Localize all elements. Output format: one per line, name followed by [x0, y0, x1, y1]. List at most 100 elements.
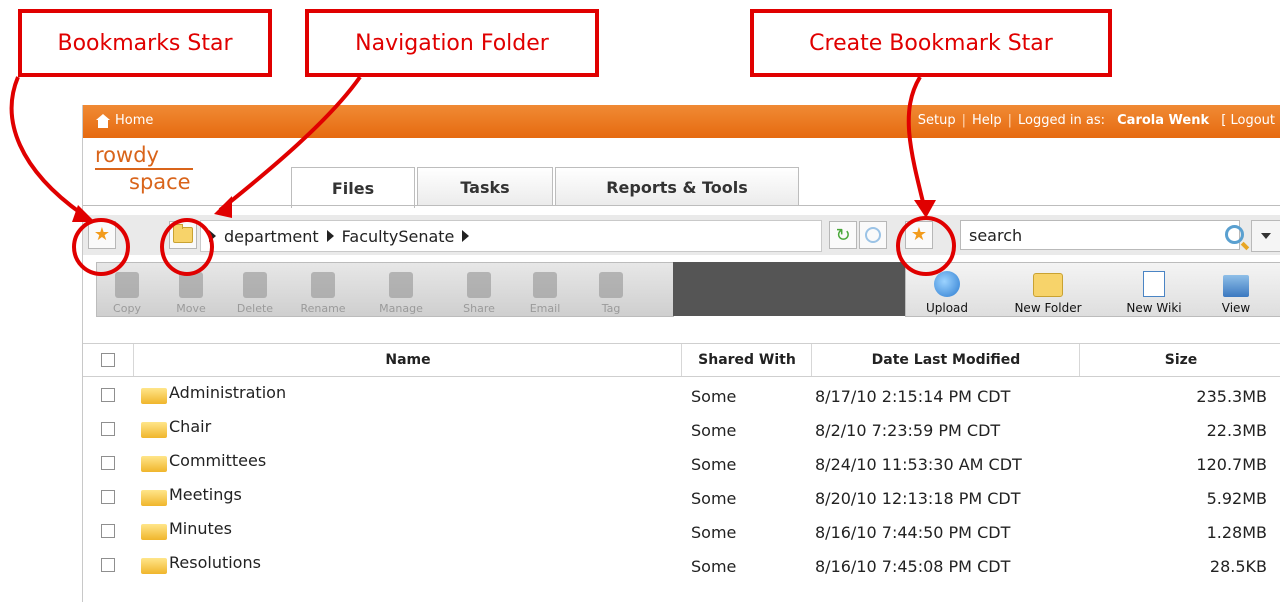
date-modified: 8/16/10 7:44:50 PM CDT	[815, 523, 1011, 542]
folder-icon	[141, 422, 167, 438]
tab-tasks[interactable]: Tasks	[417, 167, 553, 206]
breadcrumb: department FacultySenate	[200, 220, 822, 252]
table-row[interactable]: Meetings Some 8/20/10 12:13:18 PM CDT 5.92M…	[83, 479, 1280, 513]
row-checkbox[interactable]	[101, 490, 115, 504]
breadcrumb-department[interactable]: department	[224, 227, 319, 246]
row-checkbox[interactable]	[101, 524, 115, 538]
tab-reports-tools[interactable]: Reports & Tools	[555, 167, 799, 206]
file-size: 235.3MB	[1196, 387, 1267, 406]
delete-icon	[243, 272, 267, 298]
rowdyspace-logo: rowdy space	[95, 143, 193, 203]
table-row[interactable]: Administration Some 8/17/10 2:15:14 PM CDT…	[83, 377, 1280, 411]
top-links: Setup | Help | Logged in as: Carola Wenk [ L…	[917, 113, 1275, 128]
email-button[interactable]: Email	[517, 265, 573, 315]
copy-icon	[115, 272, 139, 298]
breadcrumb-facultysenate[interactable]: FacultySenate	[342, 227, 455, 246]
move-icon	[179, 272, 203, 298]
row-checkbox[interactable]	[101, 422, 115, 436]
folder-icon	[141, 490, 167, 506]
new-wiki-label: New Wiki	[1126, 301, 1182, 315]
header-shared-with[interactable]: Shared With	[681, 344, 812, 376]
header-size[interactable]: Size	[1079, 344, 1280, 376]
tag-button[interactable]: Tag	[583, 265, 639, 315]
file-name[interactable]: Resolutions	[169, 553, 261, 572]
locate-button[interactable]	[859, 221, 887, 249]
new-folder-label: New Folder	[1014, 301, 1082, 315]
table-row[interactable]: Resolutions Some 8/16/10 7:45:08 PM CDT 28.…	[83, 547, 1280, 581]
home-link[interactable]: Home	[95, 113, 153, 128]
view-icon	[1223, 275, 1249, 297]
locate-icon	[865, 227, 881, 243]
shared-with: Some	[691, 557, 737, 576]
folder-icon	[141, 456, 167, 472]
file-name[interactable]: Administration	[169, 383, 286, 402]
search-input[interactable]: search	[960, 220, 1240, 250]
view-button[interactable]: View	[1206, 265, 1266, 315]
tag-icon	[599, 272, 623, 298]
logged-in-label: Logged in as:	[1018, 113, 1105, 128]
search-value: search	[969, 225, 1023, 245]
wiki-icon	[1143, 271, 1165, 297]
rename-icon	[311, 272, 335, 298]
app-window: Home Setup | Help | Logged in as: Carola Wen…	[82, 105, 1280, 602]
file-name[interactable]: Meetings	[169, 485, 242, 504]
tab-files[interactable]: Files	[291, 167, 415, 208]
manage-button[interactable]: Manage	[373, 265, 429, 315]
rename-button[interactable]: Rename	[295, 265, 351, 315]
folder-actions-toolbar: Upload New Folder New Wiki View	[905, 262, 1280, 317]
user-name: Carola Wenk	[1117, 113, 1210, 128]
email-icon	[533, 272, 557, 298]
chevron-right-icon	[462, 230, 470, 242]
shared-with: Some	[691, 523, 737, 542]
view-label: View	[1221, 301, 1251, 315]
new-folder-button[interactable]: New Folder	[1000, 265, 1096, 315]
search-dropdown-button[interactable]	[1251, 220, 1280, 252]
search-button[interactable]	[1221, 219, 1247, 249]
delete-button[interactable]: Delete	[227, 265, 283, 315]
file-name[interactable]: Chair	[169, 417, 211, 436]
upload-icon	[934, 271, 960, 297]
tab-bar: Files Tasks Reports & Tools	[291, 167, 801, 208]
logo-line1: rowdy	[95, 143, 159, 167]
logout-link[interactable]: [ Logout	[1221, 113, 1275, 128]
chevron-right-icon	[326, 230, 334, 242]
email-label: Email	[529, 302, 561, 315]
header-name[interactable]: Name	[133, 344, 682, 376]
date-modified: 8/20/10 12:13:18 PM CDT	[815, 489, 1021, 508]
move-label: Move	[176, 302, 206, 315]
table-row[interactable]: Committees Some 8/24/10 11:53:30 AM CDT 120…	[83, 445, 1280, 479]
upload-label: Upload	[925, 301, 969, 315]
row-checkbox[interactable]	[101, 388, 115, 402]
file-size: 1.28MB	[1206, 523, 1267, 542]
header-date-modified[interactable]: Date Last Modified	[811, 344, 1080, 376]
share-button[interactable]: Share	[451, 265, 507, 315]
file-size: 28.5KB	[1209, 557, 1267, 576]
home-icon	[95, 113, 111, 128]
table-row[interactable]: Chair Some 8/2/10 7:23:59 PM CDT 22.3MB	[83, 411, 1280, 445]
highlight-ring-create-bookmark	[896, 216, 956, 276]
file-name[interactable]: Minutes	[169, 519, 232, 538]
help-link[interactable]: Help	[972, 113, 1002, 128]
setup-link[interactable]: Setup	[918, 113, 956, 128]
file-name[interactable]: Committees	[169, 451, 266, 470]
date-modified: 8/24/10 11:53:30 AM CDT	[815, 455, 1022, 474]
row-checkbox[interactable]	[101, 456, 115, 470]
row-checkbox[interactable]	[101, 558, 115, 572]
annotation-bookmarks-star: Bookmarks Star	[18, 9, 272, 77]
chevron-down-icon	[1261, 233, 1271, 239]
highlight-ring-bookmarks	[72, 218, 130, 276]
select-all-checkbox[interactable]	[101, 353, 115, 367]
folder-icon	[141, 524, 167, 540]
folder-icon	[141, 388, 167, 404]
annotation-create-bookmark-star: Create Bookmark Star	[750, 9, 1112, 77]
refresh-button[interactable]: ↻	[829, 221, 857, 249]
table-header: Name Shared With Date Last Modified Size	[83, 343, 1280, 377]
table-row[interactable]: Minutes Some 8/16/10 7:44:50 PM CDT 1.28MB	[83, 513, 1280, 547]
top-bar: Home Setup | Help | Logged in as: Carola Wen…	[83, 105, 1280, 138]
share-icon	[467, 272, 491, 298]
manage-label: Manage	[379, 302, 423, 315]
highlight-ring-folder	[160, 218, 214, 276]
shared-with: Some	[691, 387, 737, 406]
new-wiki-button[interactable]: New Wiki	[1118, 265, 1190, 315]
search-icon	[1224, 224, 1244, 244]
